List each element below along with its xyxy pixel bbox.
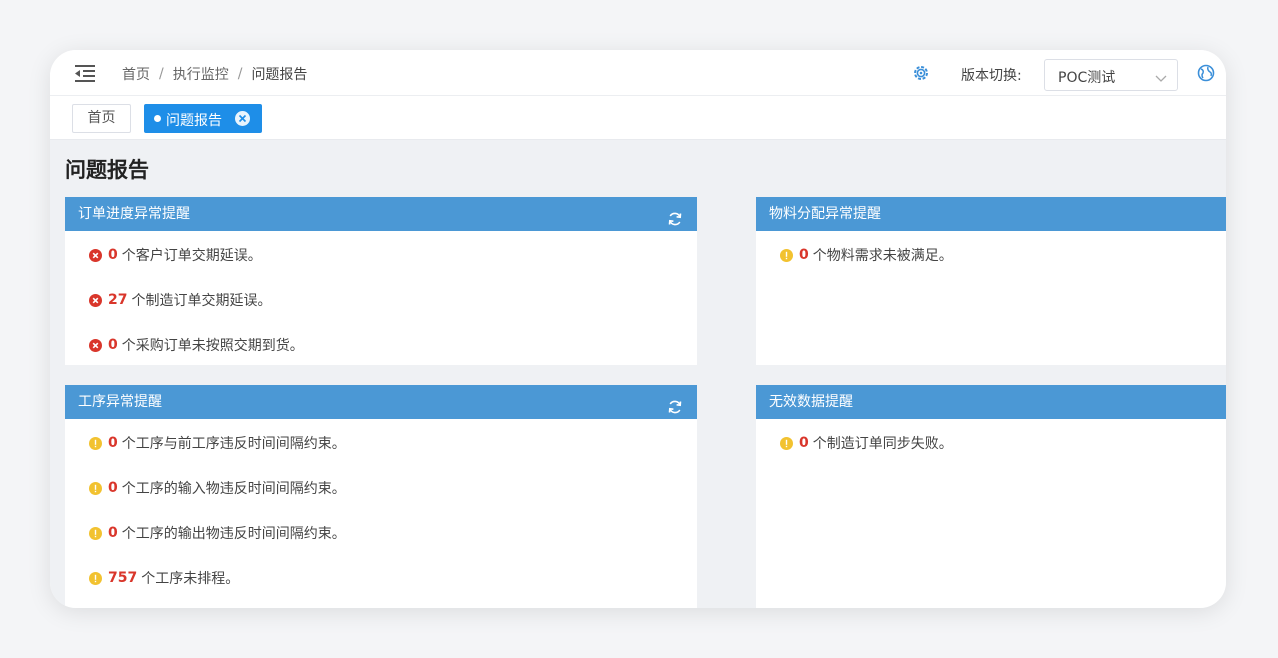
version-select[interactable]: POC测试 [1044,59,1178,91]
alert-count: 757 [108,570,138,586]
alert-text: 个工序的输出物违反时间间隔约束。 [121,526,346,542]
alert-count: 0 [799,435,809,451]
warning-icon [780,248,793,262]
alert-count: 0 [108,247,118,263]
panel-header: 订单进度异常提醒 [65,197,697,231]
language-globe-icon[interactable] [1197,64,1215,82]
alert-text: 个采购订单未按照交期到货。 [121,338,304,354]
alert-count: 0 [799,247,809,263]
panel-title: 工序异常提醒 [78,394,162,410]
alert-text: 个工序与前工序违反时间间隔约束。 [121,436,346,452]
panel-header: 工序异常提醒 [65,385,697,419]
version-switch-label: 版本切换: [961,68,1022,84]
alert-item: 0 个工序的输入物违反时间间隔约束。 [89,478,346,498]
breadcrumb-separator: / [159,66,164,82]
alert-text: 个工序的输入物违反时间间隔约束。 [121,481,346,497]
error-icon [89,338,102,352]
chevron-down-icon [1155,69,1167,82]
alert-text: 个工序未排程。 [141,571,240,587]
warning-icon [89,481,102,495]
breadcrumb-home[interactable]: 首页 [122,64,150,84]
warning-icon [89,526,102,540]
order-progress-panel: 订单进度异常提醒 0 个客户订单交期延误。 27 个制造订单交期延误。 0 个采… [65,197,697,365]
alert-item: 27 个制造订单交期延误。 [89,290,271,310]
refresh-icon[interactable] [667,206,683,226]
alert-text: 个制造订单同步失败。 [812,436,953,452]
alert-item: 0 个工序与前工序违反时间间隔约束。 [89,433,346,453]
settings-gear-icon[interactable] [912,64,930,82]
alert-count: 27 [108,292,128,308]
tab-label: 问题报告 [166,113,222,129]
main-content: 问题报告 订单进度异常提醒 0 个客户订单交期延误。 27 个制造订单交期延误。… [50,140,1226,608]
warning-icon [89,436,102,450]
tabs-bar: 首页 问题报告 [50,96,1226,140]
warning-icon [780,436,793,450]
alert-text: 个客户订单交期延误。 [121,248,262,264]
alert-text: 个物料需求未被满足。 [812,248,953,264]
panel-title: 无效数据提醒 [769,394,853,410]
page-title: 问题报告 [65,158,149,182]
error-icon [89,293,102,307]
alert-item: 0 个物料需求未被满足。 [780,245,953,265]
alert-item: 0 个工序的输出物违反时间间隔约束。 [89,523,346,543]
close-tab-icon[interactable] [235,111,250,126]
invalid-data-panel: 无效数据提醒 0 个制造订单同步失败。 [756,385,1226,608]
alert-count: 0 [108,435,118,451]
active-dot-icon [154,115,161,122]
alert-count: 0 [108,480,118,496]
panel-header: 物料分配异常提醒 [756,197,1226,231]
warning-icon [89,571,102,585]
app-window: 首页 / 执行监控 / 问题报告 版本切换: POC测试 首页 问题报告 问题报… [50,50,1226,608]
alert-count: 0 [108,525,118,541]
breadcrumb-separator: / [237,66,243,82]
version-select-value: POC测试 [1058,70,1116,86]
alert-text: 个制造订单交期延误。 [131,293,272,309]
process-alert-panel: 工序异常提醒 0 个工序与前工序违反时间间隔约束。 0 个工序的输入物违反时间间… [65,385,697,608]
breadcrumb-current: 问题报告 [251,67,308,83]
alert-item: 757 个工序未排程。 [89,568,239,588]
panel-header: 无效数据提醒 [756,385,1226,419]
alert-item: 0 个采购订单未按照交期到货。 [89,335,304,355]
tab-problem-report[interactable]: 问题报告 [144,104,262,133]
tab-home[interactable]: 首页 [72,104,131,133]
alert-count: 0 [108,337,118,353]
top-bar: 首页 / 执行监控 / 问题报告 版本切换: POC测试 [50,50,1226,96]
alert-item: 0 个制造订单同步失败。 [780,433,953,453]
material-allocation-panel: 物料分配异常提醒 0 个物料需求未被满足。 [756,197,1226,365]
panel-title: 订单进度异常提醒 [78,206,190,222]
refresh-icon[interactable] [667,394,683,414]
error-icon [89,248,102,262]
alert-item: 0 个客户订单交期延误。 [89,245,262,265]
panel-title: 物料分配异常提醒 [769,206,881,222]
menu-fold-icon[interactable] [75,63,97,83]
breadcrumb: 首页 / 执行监控 / 问题报告 [122,64,307,84]
breadcrumb-execution-monitor[interactable]: 执行监控 [173,64,229,84]
